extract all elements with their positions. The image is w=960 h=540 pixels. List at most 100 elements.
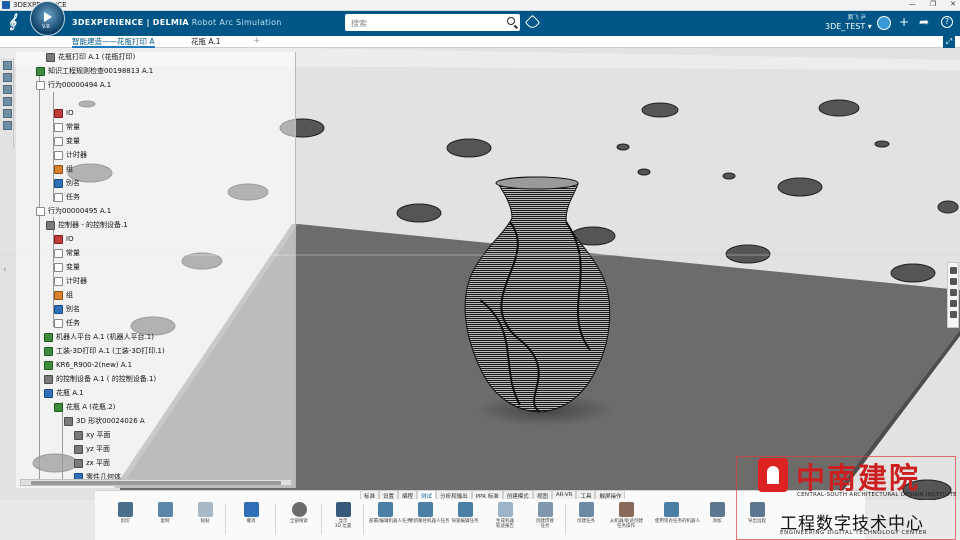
scrollbar-thumb[interactable] — [31, 481, 281, 485]
tree-item[interactable]: 花瓶打印 A.1 (花瓶打印) — [46, 52, 135, 63]
tree-item[interactable]: 变量 — [54, 135, 80, 147]
compass-icon[interactable]: V.R — [30, 1, 65, 36]
section-tab[interactable]: PPR 标准 — [471, 490, 503, 500]
add-tab-button[interactable]: + — [253, 36, 261, 47]
tree-item[interactable]: 任务 — [54, 191, 80, 203]
weld-icon — [537, 502, 553, 517]
tree-item[interactable]: 花瓶 A (花瓶.2) — [54, 401, 115, 413]
render-icon[interactable] — [950, 289, 957, 296]
cmd-label: 剪切 — [120, 519, 130, 524]
tree-item[interactable]: 常量 — [54, 121, 80, 133]
undo-button[interactable]: 撤消 — [235, 501, 267, 524]
paste-button[interactable]: 粘贴 — [189, 501, 221, 524]
tree-item[interactable]: 计时器 — [54, 275, 87, 287]
tab-vase[interactable]: 花瓶 A.1 — [191, 36, 221, 48]
tree-item[interactable]: 的控制设备 A.1 ( 的控制设备.1) — [44, 373, 156, 385]
user-avatar-icon[interactable] — [877, 16, 891, 30]
create-task-button[interactable]: 创建任务 — [570, 501, 602, 524]
section-tab[interactable]: 编程 — [398, 490, 418, 500]
tree-item[interactable]: 知识工程规则检查00198813 A.1 — [36, 65, 153, 77]
update-path-button[interactable]: 更新路径机器人任务 — [409, 501, 450, 524]
tree-item[interactable]: 控制器 - 的控制设备.1 — [46, 219, 128, 231]
add-icon[interactable]: + — [899, 15, 909, 29]
plane-icon — [74, 458, 83, 468]
tree-item[interactable]: 机器人平台 A.1 (机器人平台.1) — [44, 331, 154, 343]
lock-icon[interactable] — [950, 311, 957, 318]
generate-report-button[interactable]: 生成机器 轨迹报告 — [489, 501, 521, 529]
tree-item[interactable]: 花瓶 A.1 — [44, 387, 84, 399]
search-all-button[interactable]: 全部搜索 — [283, 501, 315, 524]
tool-icon[interactable] — [3, 109, 12, 118]
collapse-left-icon[interactable]: ‹ — [3, 265, 7, 275]
tree-item[interactable]: IO — [54, 107, 74, 119]
tree-item[interactable]: 别名 — [54, 303, 80, 315]
search-input[interactable]: 搜索 — [345, 14, 520, 31]
maximize-button[interactable]: ❐ — [930, 0, 936, 8]
search-icon[interactable] — [507, 17, 515, 25]
tree-item[interactable]: 行为00000494 A.1 — [36, 79, 111, 91]
quick-edit-task-button[interactable]: 快速编辑任务 — [449, 501, 481, 524]
tool-icon[interactable] — [3, 121, 12, 130]
tab-project[interactable]: 智能建造——花瓶打印 A — [72, 36, 155, 48]
constant-icon — [54, 248, 63, 258]
section-tab[interactable]: 设置 — [379, 490, 399, 500]
tree-item[interactable]: 计时器 — [54, 149, 87, 161]
cmd-label: 撤消 — [246, 519, 256, 524]
section-tab[interactable]: 触屏操作 — [595, 490, 626, 500]
reuse-task-button[interactable]: 使用现有任务的机器人 — [655, 501, 700, 524]
ds-logo-icon[interactable]: 𝄞 — [8, 14, 16, 30]
create-weld-task-button[interactable]: 创建焊接 任务 — [529, 501, 561, 529]
help-icon[interactable]: ? — [941, 16, 953, 28]
share-icon[interactable]: ➦ — [919, 15, 929, 29]
app-icon — [2, 1, 10, 9]
copy-button[interactable]: 复制 — [149, 501, 181, 524]
tree-item[interactable]: IO — [54, 233, 74, 245]
user-block[interactable]: 鹏飞 尹 — [826, 13, 866, 21]
section-tab[interactable]: 分析和输出 — [436, 490, 472, 500]
section-tab[interactable]: AR-VR — [551, 490, 577, 499]
tree-item[interactable]: zx 平面 — [74, 457, 110, 469]
tree-item[interactable]: 行为00000495 A.1 — [36, 205, 111, 217]
section-tab[interactable]: 视图 — [532, 490, 552, 500]
edit-robot-task-button[interactable]: 部署/编辑机器人任务 — [369, 501, 411, 524]
tree-item[interactable]: 任务 — [54, 317, 80, 329]
add-button[interactable]: 添加 — [701, 501, 733, 524]
view-icon[interactable] — [950, 267, 957, 274]
close-button[interactable]: ✕ — [950, 0, 956, 8]
magnifier-icon — [291, 502, 307, 517]
tool-icon[interactable] — [3, 85, 12, 94]
create-from-trajectory-button[interactable]: 从机器/轨迹创建 任务操作 — [610, 501, 643, 529]
tree-item[interactable]: yz 平面 — [74, 443, 110, 455]
section-tab-active[interactable]: 测试 — [417, 490, 437, 500]
tree-item[interactable]: xy 平面 — [74, 429, 111, 441]
tree-label: 别名 — [66, 179, 80, 187]
tree-horizontal-scrollbar[interactable] — [20, 479, 292, 486]
tree-item[interactable]: 组 — [54, 163, 73, 175]
cut-button[interactable]: 剪切 — [109, 501, 141, 524]
tenant-selector[interactable]: 3DE_TEST ▾ — [825, 22, 872, 31]
expand-icon[interactable]: ⤢ — [943, 36, 955, 48]
section-tab[interactable]: 标准 — [360, 490, 380, 500]
tag-icon[interactable] — [524, 14, 541, 31]
display-icon[interactable] — [950, 300, 957, 307]
section-tab[interactable]: 工具 — [576, 490, 596, 500]
brand-title: 3DEXPERIENCE | DELMIA Robot Arc Simulati… — [72, 18, 282, 27]
tree-item[interactable]: 变量 — [54, 261, 80, 273]
show-3d-position-button[interactable]: 显示 3D 位置 — [327, 501, 359, 529]
tree-item[interactable]: 组 — [54, 289, 73, 301]
tree-item[interactable]: 工装-3D打印 A.1 (工装-3D打印.1) — [44, 345, 165, 357]
tree-item[interactable]: 别名 — [54, 177, 80, 189]
tree-item[interactable]: 常量 — [54, 247, 80, 259]
tool-icon[interactable] — [3, 61, 12, 70]
robot-icon — [44, 360, 53, 370]
tool-icon[interactable] — [3, 97, 12, 106]
minimize-button[interactable]: — — [909, 0, 916, 8]
camera-icon[interactable] — [950, 278, 957, 285]
cmd-label: 全部搜索 — [290, 519, 308, 524]
tool-icon[interactable] — [3, 73, 12, 82]
group-icon — [54, 164, 63, 174]
section-tab[interactable]: 创建模式 — [502, 490, 533, 500]
tree-item[interactable]: 3D 形状00024026 A — [64, 415, 145, 427]
tree-item[interactable]: KR6_R900-2(new) A.1 — [44, 359, 132, 371]
brand-main: 3DEXPERIENCE | DELMIA — [72, 18, 189, 27]
